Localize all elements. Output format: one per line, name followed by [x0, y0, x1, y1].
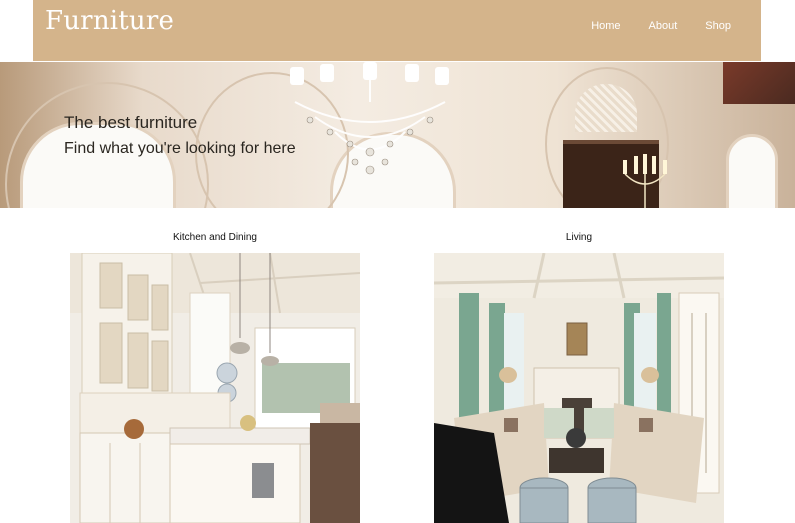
hero-banner: The best furniture Find what you're look…	[0, 62, 795, 208]
hero-subtitle: Find what you're looking for here	[64, 140, 296, 157]
hero-candelabra-image	[623, 154, 667, 208]
nav-home-link[interactable]: Home	[591, 20, 620, 32]
nav-shop-link[interactable]: Shop	[705, 20, 731, 32]
kitchen-illustration	[70, 253, 360, 523]
nav-about-link[interactable]: About	[649, 20, 678, 32]
hero-title: The best furniture	[64, 113, 198, 132]
living-room-image[interactable]	[434, 253, 724, 523]
hero-far-right-window	[726, 134, 778, 208]
category-label-kitchen[interactable]: Kitchen and Dining	[70, 232, 360, 243]
site-header: Furniture Home About Shop	[33, 0, 761, 61]
living-illustration	[434, 253, 724, 523]
main-nav: Home About Shop	[591, 20, 731, 32]
site-logo[interactable]: Furniture	[45, 6, 174, 36]
hero-corner-painting	[723, 62, 795, 104]
category-label-living[interactable]: Living	[434, 232, 724, 243]
chandelier-image	[290, 62, 449, 175]
kitchen-dining-image[interactable]	[70, 253, 360, 523]
